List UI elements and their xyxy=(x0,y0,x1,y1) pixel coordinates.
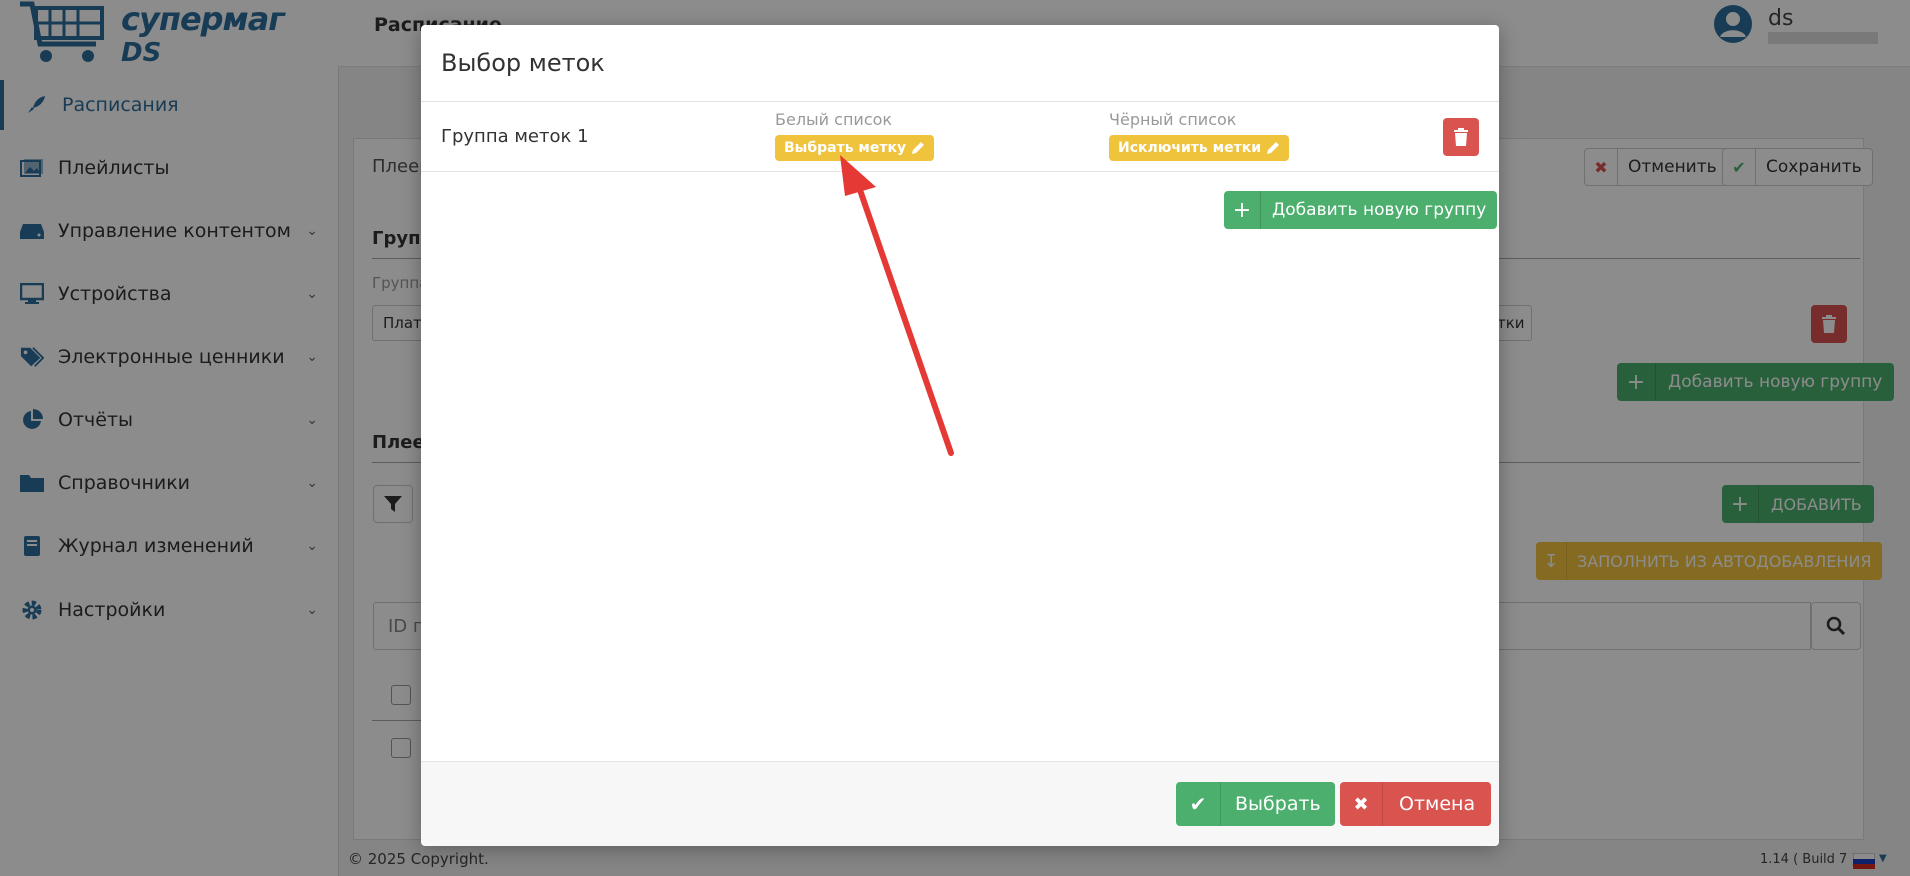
annotation-arrow xyxy=(840,155,954,456)
